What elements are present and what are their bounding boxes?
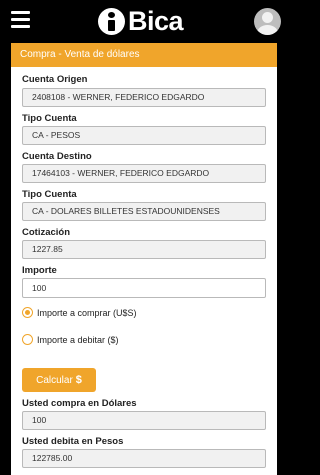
logo-info-icon [98,7,125,35]
importe-input[interactable]: 100 [22,278,266,298]
debita-pesos-field: 122785.00 [22,449,266,468]
logo-text: Bica [128,6,184,36]
card-title: Compra - Venta de dólares [11,43,277,67]
app-logo: Bica [98,6,184,36]
radio-importe-comprar-label: Importe a comprar (U$S) [37,307,137,318]
cotizacion-label: Cotización [22,227,71,238]
cuenta-origen-field: 2408108 - WERNER, FEDERICO EDGARDO [22,88,266,107]
radio-importe-debitar-label: Importe a debitar ($) [37,334,119,345]
radio-importe-comprar[interactable]: Importe a comprar (U$S) [22,307,137,318]
importe-label: Importe [22,265,57,276]
dollar-icon: $ [75,374,82,386]
tipo-cuenta-destino-field: CA - DOLARES BILLETES ESTADOUNIDENSES [22,202,266,221]
compra-dolares-field: 100 [22,411,266,430]
radio-selected-icon[interactable] [22,307,33,318]
tipo-cuenta-origen-field: CA - PESOS [22,126,266,145]
cuenta-origen-label: Cuenta Origen [22,74,88,85]
avatar[interactable] [254,8,281,35]
menu-icon[interactable] [11,11,30,28]
compra-dolares-label: Usted compra en Dólares [22,398,137,409]
radio-unselected-icon[interactable] [22,334,33,345]
calcular-button[interactable]: Calcular $ [22,368,96,392]
cuenta-destino-field: 17464103 - WERNER, FEDERICO EDGARDO [22,164,266,183]
exchange-card: Compra - Venta de dólares Cuenta Origen … [11,43,277,475]
top-bar: Bica [0,0,287,43]
cuenta-destino-label: Cuenta Destino [22,151,92,162]
tipo-cuenta-origen-label: Tipo Cuenta [22,113,77,124]
debita-pesos-label: Usted debita en Pesos [22,436,124,447]
tipo-cuenta-destino-label: Tipo Cuenta [22,189,77,200]
cotizacion-field: 1227.85 [22,240,266,259]
calcular-button-label: Calcular [36,375,73,386]
radio-importe-debitar[interactable]: Importe a debitar ($) [22,334,119,345]
